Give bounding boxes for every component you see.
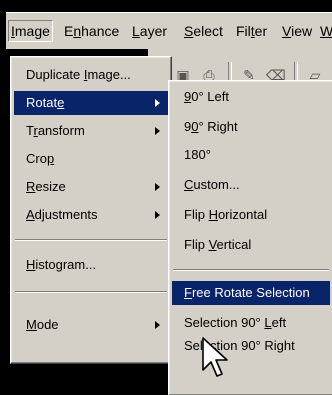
- submenu-arrow-icon: [155, 127, 160, 135]
- menu-item-duplicate-image[interactable]: Duplicate Image...: [14, 63, 168, 87]
- submenu-arrow-icon: [155, 211, 160, 219]
- menu-item-selection-90-right[interactable]: Selection 90° Right: [172, 339, 330, 353]
- menu-item-selection-90-left[interactable]: Selection 90° Left: [172, 311, 330, 335]
- menu-item-90-left[interactable]: 90° Left: [172, 85, 330, 109]
- menu-select[interactable]: Select: [182, 21, 225, 41]
- rotate-submenu: 90° Left 90° Right 180° Custom... Flip H…: [168, 80, 332, 395]
- menu-enhance[interactable]: Enhance: [62, 21, 121, 41]
- mouse-cursor-icon: [202, 337, 228, 377]
- menu-image[interactable]: Image: [8, 20, 53, 42]
- menu-item-transform[interactable]: Transform: [14, 119, 168, 143]
- menu-bar: Image Enhance Layer Select Filter View W: [6, 12, 332, 49]
- submenu-arrow-icon: [155, 321, 160, 329]
- menu-item-crop[interactable]: Crop: [14, 147, 168, 171]
- submenu-arrow-icon: [155, 183, 160, 191]
- menu-layer[interactable]: Layer: [130, 21, 169, 41]
- menu-separator: [173, 269, 329, 271]
- menu-item-90-right[interactable]: 90° Right: [172, 115, 330, 139]
- menu-separator: [15, 239, 167, 241]
- menu-item-rotate[interactable]: Rotate: [14, 91, 168, 115]
- menu-item-mode[interactable]: Mode: [14, 313, 168, 337]
- menu-item-flip-vertical[interactable]: Flip Vertical: [172, 233, 330, 257]
- menu-item-resize[interactable]: Resize: [14, 175, 168, 199]
- menu-separator: [15, 291, 167, 293]
- menu-window[interactable]: W: [318, 21, 332, 41]
- image-menu: Duplicate Image... Rotate Transform Crop…: [10, 56, 172, 364]
- menu-item-custom[interactable]: Custom...: [172, 173, 330, 197]
- menu-item-180[interactable]: 180°: [172, 143, 330, 167]
- menu-item-adjustments[interactable]: Adjustments: [14, 203, 168, 227]
- menu-item-free-rotate-selection[interactable]: Free Rotate Selection: [172, 281, 330, 305]
- menu-item-flip-horizontal[interactable]: Flip Horizontal: [172, 203, 330, 227]
- menu-item-histogram[interactable]: Histogram...: [14, 253, 168, 277]
- menu-filter[interactable]: Filter: [234, 21, 269, 41]
- menu-view[interactable]: View: [280, 21, 314, 41]
- submenu-arrow-icon: [155, 99, 160, 107]
